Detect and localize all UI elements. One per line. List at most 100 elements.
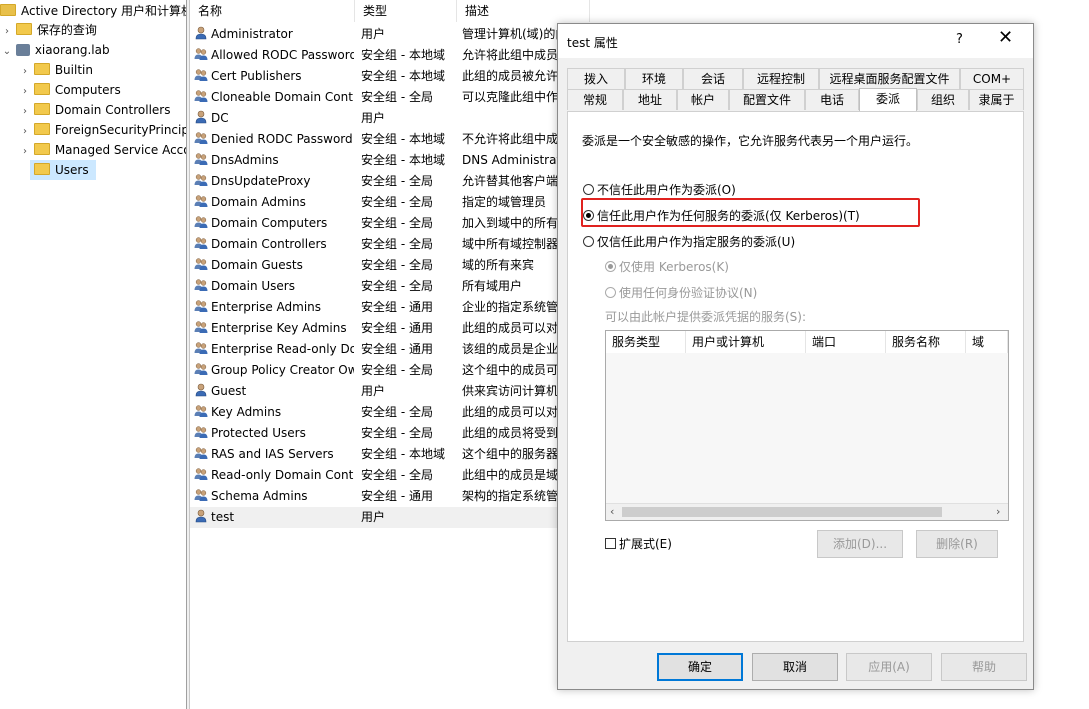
table-row[interactable]: Administrator用户管理计算机(域)的内置帐户 xyxy=(190,24,590,45)
ad-users-computers-icon xyxy=(0,4,16,16)
tree-item-computers[interactable]: › Computers xyxy=(20,80,121,100)
radio-button[interactable] xyxy=(583,184,594,195)
tree-item-foreign-security[interactable]: › ForeignSecurityPrincipals xyxy=(20,120,186,140)
tab-rds-profile[interactable]: 远程桌面服务配置文件 xyxy=(819,68,960,89)
column-header-service-type[interactable]: 服务类型 xyxy=(606,331,686,353)
row-type: 安全组 - 本地域 xyxy=(361,129,457,150)
tree-item-builtin[interactable]: › Builtin xyxy=(20,60,93,80)
table-row[interactable]: Group Policy Creator Owners安全组 - 全局这个组中的… xyxy=(190,360,590,381)
services-table[interactable]: 服务类型 用户或计算机 端口 服务名称 域 ‹ › xyxy=(605,330,1009,521)
chevron-down-icon[interactable]: ⌄ xyxy=(2,42,12,62)
scroll-left-icon[interactable]: ‹ xyxy=(610,505,614,518)
table-row[interactable]: Enterprise Key Admins安全组 - 通用此组的成员可以对 xyxy=(190,318,590,339)
tab-sessions[interactable]: 会话 xyxy=(683,68,743,89)
table-row[interactable]: Allowed RODC Password Replication Group安… xyxy=(190,45,590,66)
row-name-cell: Guest xyxy=(194,381,354,402)
row-name: Key Admins xyxy=(211,405,281,419)
tab-address[interactable]: 地址 xyxy=(623,89,677,110)
column-header-domain[interactable]: 域 xyxy=(966,331,1008,353)
tab-dialin[interactable]: 拨入 xyxy=(567,68,625,89)
table-row[interactable]: RAS and IAS Servers安全组 - 本地域这个组中的服务器 xyxy=(190,444,590,465)
group-icon xyxy=(194,404,208,418)
table-row[interactable]: DC用户 xyxy=(190,108,590,129)
column-header-description[interactable]: 描述 xyxy=(457,0,590,22)
tree-item-saved-queries[interactable]: › 保存的查询 xyxy=(2,20,97,40)
chevron-right-icon[interactable]: › xyxy=(20,122,30,142)
checkbox[interactable] xyxy=(605,538,616,549)
tree-item-domain[interactable]: ⌄ xiaorang.lab xyxy=(2,40,110,60)
table-row[interactable]: Read-only Domain Controllers安全组 - 全局此组中的… xyxy=(190,465,590,486)
tab-environment[interactable]: 环境 xyxy=(625,68,683,89)
apply-button[interactable]: 应用(A) xyxy=(846,653,932,681)
radio-button[interactable] xyxy=(583,236,594,247)
table-row[interactable]: Domain Guests安全组 - 全局域的所有来宾 xyxy=(190,255,590,276)
horizontal-scrollbar[interactable]: ‹ › xyxy=(606,503,1008,520)
tree-item-users[interactable]: Users xyxy=(30,160,96,180)
close-icon[interactable]: ✕ xyxy=(998,29,1013,47)
table-row[interactable]: DnsUpdateProxy安全组 - 全局允许替其他客户端 xyxy=(190,171,590,192)
column-header-user-computer[interactable]: 用户或计算机 xyxy=(686,331,806,353)
table-row[interactable]: Enterprise Read-only Domain Controllers安… xyxy=(190,339,590,360)
row-name-cell: Domain Controllers xyxy=(194,234,354,255)
radio-button-disabled[interactable] xyxy=(605,261,616,272)
help-button[interactable]: 帮助 xyxy=(941,653,1027,681)
table-row[interactable]: Cert Publishers安全组 - 本地域此组的成员被允许 xyxy=(190,66,590,87)
table-row[interactable]: Enterprise Admins安全组 - 通用企业的指定系统管 xyxy=(190,297,590,318)
tree-item-managed-service[interactable]: › Managed Service Accounts xyxy=(20,140,186,160)
table-row[interactable]: Key Admins安全组 - 全局此组的成员可以对 xyxy=(190,402,590,423)
cancel-button[interactable]: 取消 xyxy=(752,653,838,681)
radio-kerberos-only[interactable]: 仅使用 Kerberos(K) xyxy=(605,258,729,275)
tab-profile[interactable]: 配置文件 xyxy=(729,89,805,110)
table-row[interactable]: Domain Computers安全组 - 全局加入到域中的所有 xyxy=(190,213,590,234)
radio-trust-specified[interactable]: 仅信任此用户作为指定服务的委派(U) xyxy=(583,233,795,250)
row-name-cell: test xyxy=(194,507,354,528)
ok-button[interactable]: 确定 xyxy=(657,653,743,681)
table-row[interactable]: DnsAdmins安全组 - 本地域DNS Administrators xyxy=(190,150,590,171)
tab-delegation[interactable]: 委派 xyxy=(859,88,917,111)
table-row[interactable]: Domain Controllers安全组 - 全局域中所有域控制器 xyxy=(190,234,590,255)
table-row[interactable]: Domain Users安全组 - 全局所有域用户 xyxy=(190,276,590,297)
tab-telephones[interactable]: 电话 xyxy=(805,89,859,110)
table-row[interactable]: Domain Admins安全组 - 全局指定的域管理员 xyxy=(190,192,590,213)
scroll-right-icon[interactable]: › xyxy=(996,505,1000,518)
scrollbar-thumb[interactable] xyxy=(622,507,942,517)
chevron-right-icon[interactable]: › xyxy=(20,102,30,122)
column-header-type[interactable]: 类型 xyxy=(355,0,457,22)
tab-organization[interactable]: 组织 xyxy=(917,89,969,110)
tab-member-of[interactable]: 隶属于 xyxy=(969,89,1024,110)
expanded-checkbox[interactable]: 扩展式(E) xyxy=(605,535,672,552)
column-header-port[interactable]: 端口 xyxy=(806,331,886,353)
table-row[interactable]: test用户 xyxy=(190,507,590,528)
chevron-right-icon[interactable]: › xyxy=(2,22,12,42)
folder-icon xyxy=(34,63,50,75)
radio-no-delegation[interactable]: 不信任此用户作为委派(O) xyxy=(583,181,736,198)
tab-remote-control[interactable]: 远程控制 xyxy=(743,68,819,89)
table-row[interactable]: Guest用户供来宾访问计算机 xyxy=(190,381,590,402)
tab-com[interactable]: COM+ xyxy=(960,68,1024,89)
dialog-titlebar[interactable]: test 属性 ? ✕ xyxy=(558,24,1033,58)
tab-general[interactable]: 常规 xyxy=(567,89,623,110)
tree-root[interactable]: Active Directory 用户和计算机 xyxy=(0,1,186,21)
tree-item-domain-controllers[interactable]: › Domain Controllers xyxy=(20,100,171,120)
add-button[interactable]: 添加(D)... xyxy=(817,530,903,558)
table-row[interactable]: Schema Admins安全组 - 通用架构的指定系统管 xyxy=(190,486,590,507)
row-name: Domain Admins xyxy=(211,195,306,209)
row-name: Allowed RODC Password Replication Group xyxy=(211,48,354,62)
chevron-right-icon[interactable]: › xyxy=(20,142,30,162)
chevron-right-icon[interactable]: › xyxy=(20,82,30,102)
tab-account[interactable]: 帐户 xyxy=(677,89,729,110)
radio-any-auth-protocol[interactable]: 使用任何身份验证协议(N) xyxy=(605,284,757,301)
radio-button-disabled[interactable] xyxy=(605,287,616,298)
row-name-cell: DC xyxy=(194,108,354,129)
column-header-service-name[interactable]: 服务名称 xyxy=(886,331,966,353)
chevron-right-icon[interactable]: › xyxy=(20,62,30,82)
column-header-name[interactable]: 名称 xyxy=(190,0,355,22)
table-row[interactable]: Cloneable Domain Controllers安全组 - 全局可以克隆… xyxy=(190,87,590,108)
table-row[interactable]: Denied RODC Password Replication Group安全… xyxy=(190,129,590,150)
remove-button[interactable]: 删除(R) xyxy=(916,530,998,558)
group-icon xyxy=(194,257,208,271)
row-type: 安全组 - 本地域 xyxy=(361,444,457,465)
table-row[interactable]: Protected Users安全组 - 全局此组的成员将受到 xyxy=(190,423,590,444)
help-icon[interactable]: ? xyxy=(956,32,963,47)
row-name-cell: Allowed RODC Password Replication Group xyxy=(194,45,354,66)
